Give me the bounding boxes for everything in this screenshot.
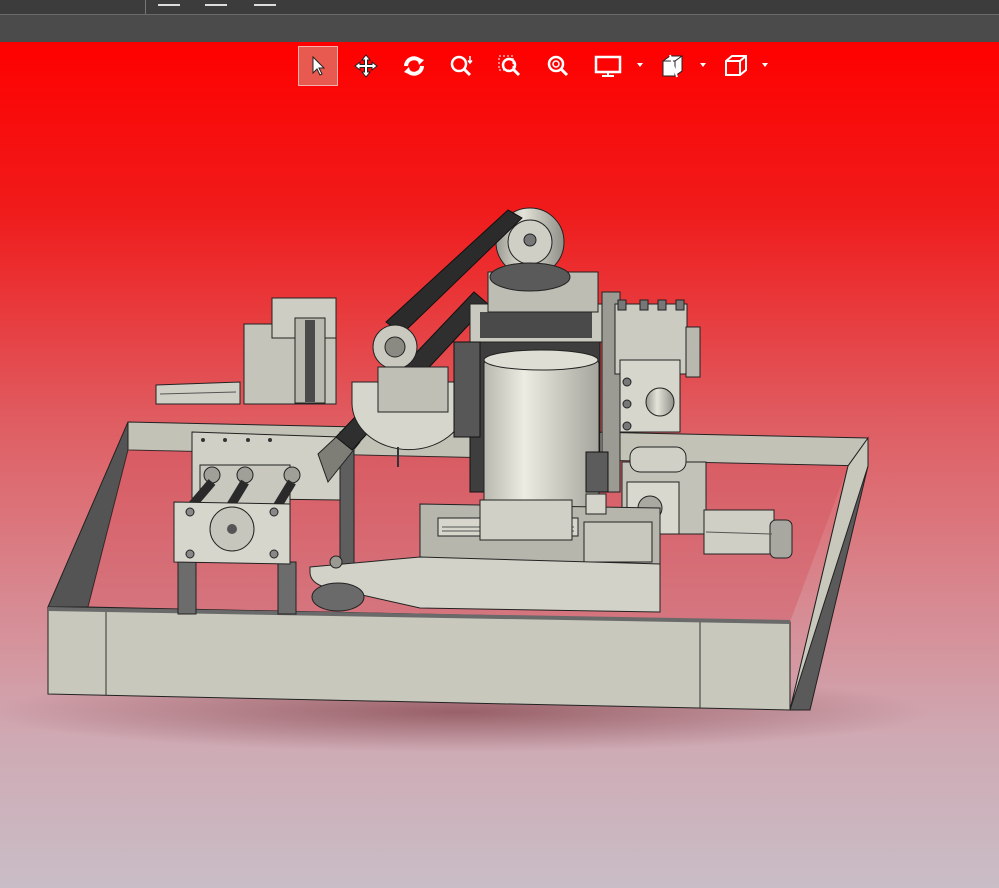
zoom-fit-button[interactable] bbox=[538, 46, 578, 86]
cad-model-view[interactable] bbox=[0, 42, 999, 888]
zoom-window-button[interactable] bbox=[490, 46, 530, 86]
print-icon[interactable] bbox=[254, 0, 276, 6]
zoom-window-icon bbox=[498, 55, 521, 77]
chevron-down-icon bbox=[762, 63, 768, 67]
save-icon[interactable] bbox=[205, 0, 227, 6]
section-view-icon bbox=[662, 54, 683, 78]
zoom-dynamic-icon bbox=[450, 55, 473, 77]
view-toolbar bbox=[298, 46, 778, 86]
view-orientation-dropdown[interactable] bbox=[760, 60, 770, 70]
toolbar-separator bbox=[145, 0, 146, 14]
ribbon-strip bbox=[0, 15, 999, 42]
zoom-dynamic-button[interactable] bbox=[442, 46, 482, 86]
display-mode-dropdown[interactable] bbox=[635, 60, 645, 70]
select-tool-button[interactable] bbox=[298, 46, 338, 86]
frame-front-wall bbox=[47, 606, 791, 711]
section-view-dropdown[interactable] bbox=[698, 60, 708, 70]
zoom-fit-icon bbox=[547, 55, 569, 77]
cube-icon bbox=[725, 55, 747, 76]
menu-icon[interactable] bbox=[158, 0, 180, 6]
monitor-icon bbox=[594, 55, 622, 77]
rotate-tool-button[interactable] bbox=[394, 46, 434, 86]
pan-tool-button[interactable] bbox=[346, 46, 386, 86]
top-menu-bar bbox=[0, 0, 999, 15]
rotate-icon bbox=[404, 56, 424, 76]
chevron-down-icon bbox=[700, 63, 706, 67]
move-arrows-icon bbox=[354, 54, 378, 78]
section-view-button[interactable] bbox=[652, 46, 692, 86]
graphics-viewport[interactable] bbox=[0, 42, 999, 888]
pointer-arrow-icon bbox=[312, 55, 326, 76]
view-orientation-button[interactable] bbox=[716, 46, 756, 86]
display-mode-button[interactable] bbox=[588, 46, 628, 86]
chevron-down-icon bbox=[637, 63, 643, 67]
